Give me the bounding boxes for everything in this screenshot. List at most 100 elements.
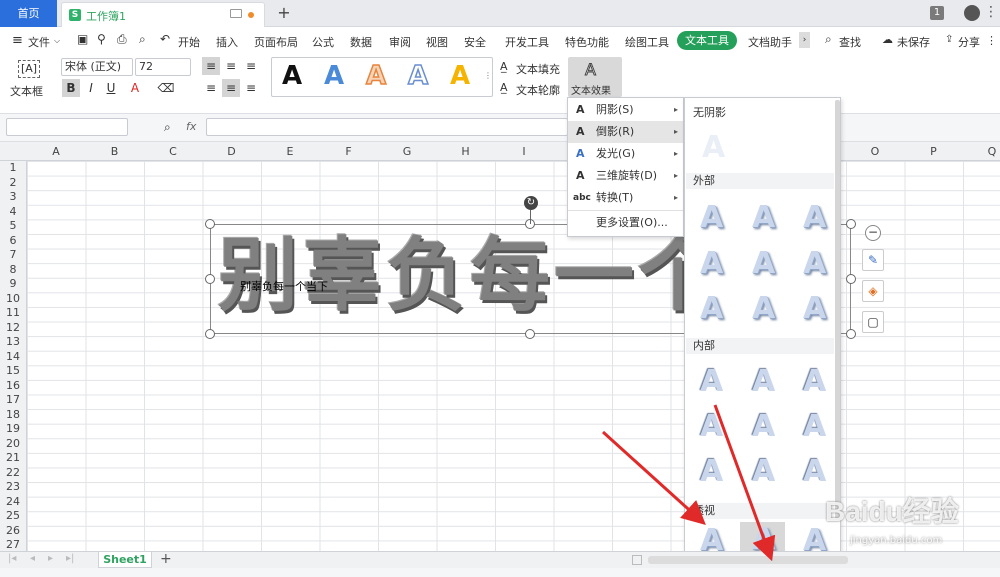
column-header[interactable]: D <box>203 145 261 158</box>
resize-handle[interactable] <box>205 219 215 229</box>
document-tab[interactable]: S 工作簿1 <box>61 2 265 27</box>
format-painter-icon[interactable]: ⚲ <box>97 32 106 46</box>
gallery-more-icon[interactable]: ⋮ <box>484 71 492 80</box>
menu-item-reflection[interactable]: A 倒影(R) ▸ <box>568 121 683 143</box>
sheet-nav-next-icon[interactable]: ▸ <box>48 553 53 564</box>
text-outline-icon[interactable]: A̲ <box>500 81 508 94</box>
save-icon[interactable]: ▣ <box>77 32 88 46</box>
resize-handle[interactable] <box>525 329 535 339</box>
row-header[interactable]: 19 <box>0 422 26 435</box>
style-black-icon[interactable]: A <box>282 61 302 91</box>
text-box-content[interactable]: 别辜负每一个 <box>218 225 722 325</box>
collapse-icon[interactable]: − <box>865 225 881 241</box>
effect-inner-icon[interactable]: A <box>752 409 775 444</box>
column-header[interactable]: I <box>495 145 553 158</box>
resize-handle[interactable] <box>846 219 856 229</box>
menu-insert[interactable]: 插入 <box>216 34 238 50</box>
column-header[interactable]: Q <box>963 145 1000 158</box>
menu-item-more-settings[interactable]: 更多设置(O)... <box>568 212 683 234</box>
hscroll-thumb[interactable] <box>648 556 848 564</box>
style-gold-icon[interactable]: A <box>450 61 470 91</box>
row-header[interactable]: 25 <box>0 509 26 522</box>
menu-special[interactable]: 特色功能 <box>565 34 609 50</box>
effect-outer-icon[interactable]: A <box>803 246 826 281</box>
row-header[interactable]: 12 <box>0 321 26 334</box>
font-size-select[interactable]: 72 <box>135 58 191 76</box>
font-name-select[interactable]: 宋体 (正文) <box>61 58 133 76</box>
align-middle-button[interactable]: ≡ <box>222 57 240 75</box>
menu-item-transform[interactable]: abc 转换(T) ▸ <box>568 187 683 209</box>
resize-handle[interactable] <box>846 274 856 284</box>
italic-button[interactable]: I <box>82 79 100 97</box>
zoom-icon[interactable]: ⌕ <box>164 120 171 135</box>
menu-file[interactable]: 文件 <box>28 34 50 50</box>
effect-outer-icon[interactable]: A <box>803 200 826 235</box>
column-header[interactable]: E <box>261 145 319 158</box>
menu-item-3d-rotation[interactable]: A 三维旋转(D) ▸ <box>568 165 683 187</box>
print-icon[interactable]: ⎙ <box>117 32 127 47</box>
textbox-label[interactable]: 文本框 <box>10 83 43 99</box>
text-outline-button[interactable]: 文本轮廓 <box>516 82 560 98</box>
resize-handle[interactable] <box>205 274 215 284</box>
menu-formula[interactable]: 公式 <box>312 34 334 50</box>
menu-review[interactable]: 审阅 <box>389 34 411 50</box>
underline-button[interactable]: U <box>102 79 120 97</box>
sheet-tab[interactable]: Sheet1 <box>98 552 152 568</box>
column-header[interactable]: C <box>144 145 202 158</box>
home-tab[interactable]: 首页 <box>0 0 57 27</box>
gallery-scrollbar[interactable] <box>835 100 840 520</box>
menu-dev-tools[interactable]: 开发工具 <box>505 34 549 50</box>
font-color-button[interactable]: A <box>126 79 144 97</box>
menu-data[interactable]: 数据 <box>350 34 372 50</box>
column-header[interactable]: G <box>378 145 436 158</box>
align-top-button[interactable]: ≡ <box>202 57 220 75</box>
menu-share[interactable]: 分享 <box>958 34 980 50</box>
align-center-button[interactable]: ≡ <box>222 79 240 97</box>
style-blue-icon[interactable]: A <box>324 61 344 91</box>
menu-view[interactable]: 视图 <box>426 34 448 50</box>
hscroll-left[interactable] <box>632 555 642 565</box>
row-header[interactable]: 18 <box>0 408 26 421</box>
row-header[interactable]: 10 <box>0 292 26 305</box>
column-header[interactable]: P <box>905 145 963 158</box>
text-fill-icon[interactable]: A̲ <box>500 60 508 73</box>
resize-handle[interactable] <box>205 329 215 339</box>
effect-inner-icon[interactable]: A <box>803 454 826 489</box>
monitor-icon[interactable] <box>230 9 242 18</box>
effect-outer-icon[interactable]: A <box>752 291 775 326</box>
row-header[interactable]: 27 <box>0 538 26 551</box>
text-fill-button[interactable]: 文本填充 <box>516 61 560 77</box>
sheet-nav-prev-icon[interactable]: ◂ <box>30 553 35 564</box>
row-header[interactable]: 21 <box>0 451 26 464</box>
effect-outer-icon[interactable]: A <box>700 246 723 281</box>
row-header[interactable]: 24 <box>0 495 26 508</box>
align-left-button[interactable]: ≡ <box>202 79 220 97</box>
effect-none-icon[interactable]: A <box>702 130 725 165</box>
more-icon[interactable]: ⋮ <box>984 4 998 20</box>
effect-outer-icon[interactable]: A <box>752 246 775 281</box>
style-blue-outline-icon[interactable]: A <box>407 60 429 92</box>
rotate-icon[interactable]: ↻ <box>524 196 538 210</box>
row-header[interactable]: 8 <box>0 263 26 276</box>
eraser-icon[interactable]: ⌫ <box>157 79 175 97</box>
row-header[interactable]: 6 <box>0 234 26 247</box>
pen-icon[interactable]: ✎ <box>862 249 884 271</box>
frame-icon[interactable]: ▢ <box>862 311 884 333</box>
row-header[interactable]: 22 <box>0 466 26 479</box>
search-icon[interactable]: ⌕ <box>825 32 832 47</box>
more-icon[interactable]: ⋮ <box>986 34 997 47</box>
style-orange-outline-icon[interactable]: A <box>365 60 387 92</box>
name-box[interactable] <box>6 118 128 136</box>
fill-bucket-icon[interactable]: ◈ <box>862 280 884 302</box>
effect-inner-icon[interactable]: A <box>803 364 826 399</box>
text-effect-button[interactable]: A 文本效果 <box>568 57 622 97</box>
effect-inner-icon[interactable]: A <box>752 454 775 489</box>
column-header[interactable]: B <box>86 145 144 158</box>
fx-icon[interactable]: fx <box>186 120 196 133</box>
menu-drawing-tools[interactable]: 绘图工具 <box>625 34 669 50</box>
effect-outer-icon[interactable]: A <box>803 291 826 326</box>
menu-text-tools[interactable]: 文本工具 <box>677 31 737 50</box>
row-header[interactable]: 23 <box>0 480 26 493</box>
row-header[interactable]: 11 <box>0 306 26 319</box>
column-header[interactable]: H <box>437 145 495 158</box>
